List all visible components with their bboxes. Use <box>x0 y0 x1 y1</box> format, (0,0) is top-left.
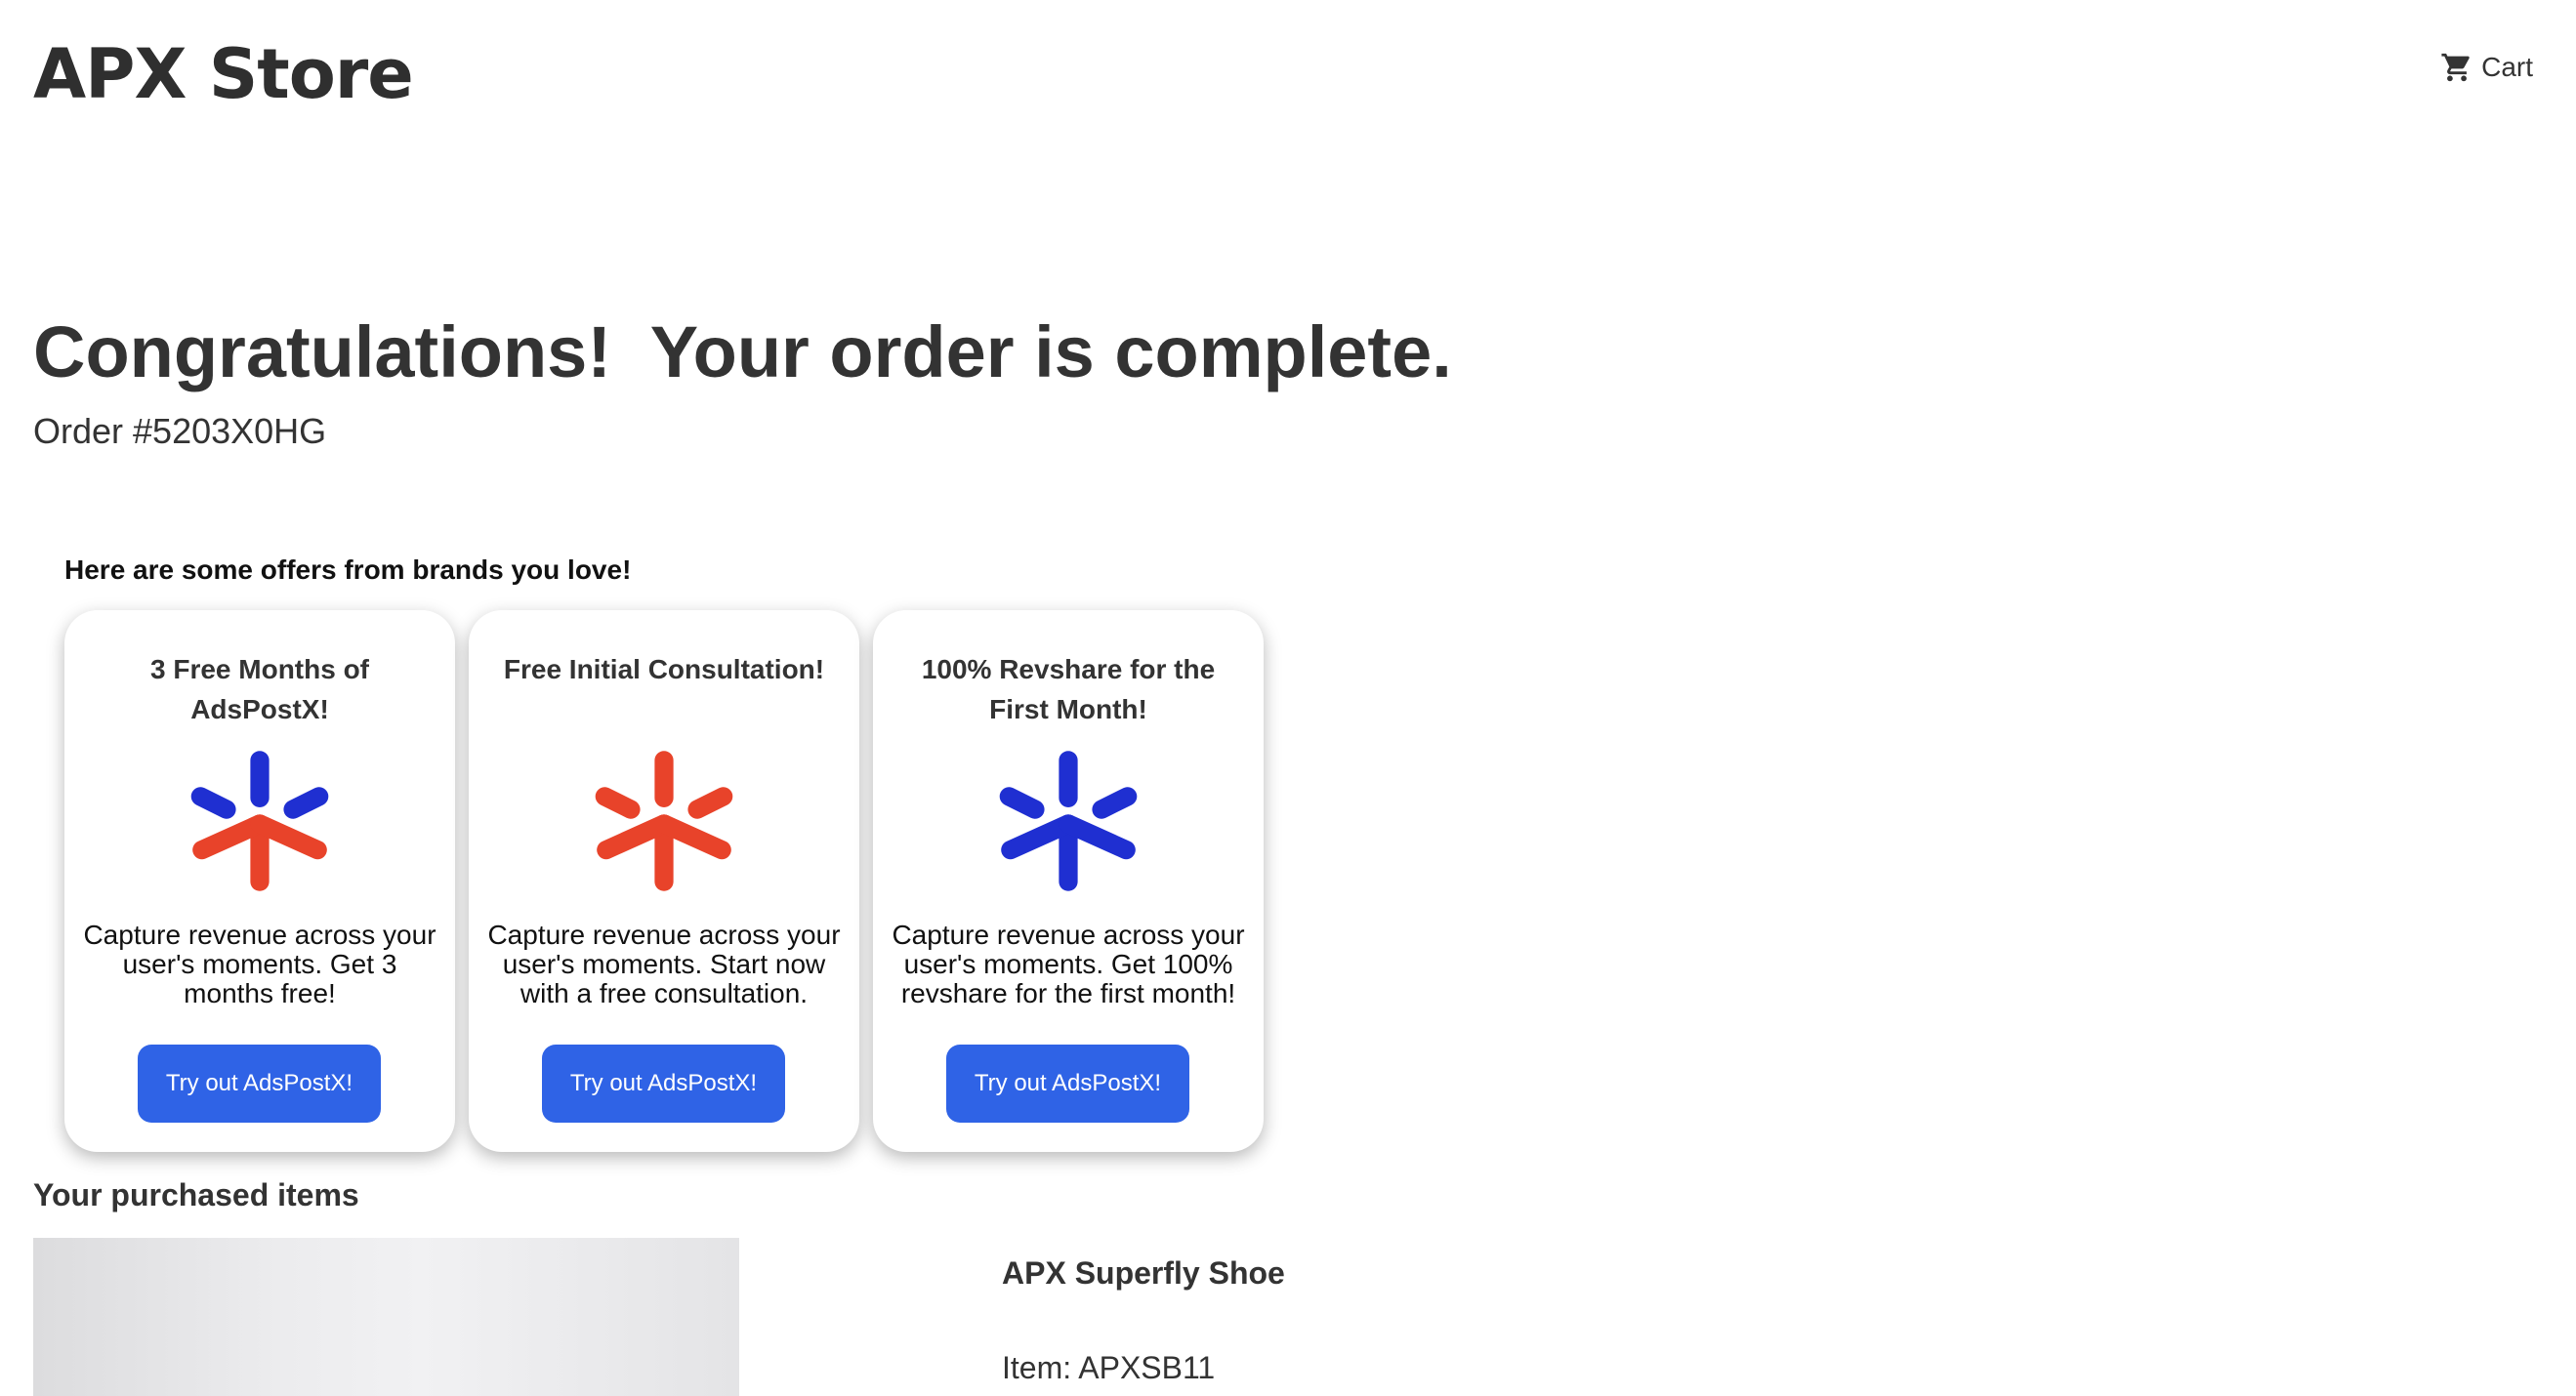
adspostx-logo-icon <box>999 751 1138 891</box>
purchased-items-heading: Your purchased items <box>33 1177 359 1212</box>
offer-card: 100% Revshare for the First Month! Captu… <box>873 610 1264 1152</box>
offer-description: Capture revenue across your user's momen… <box>487 920 841 1008</box>
offer-description: Capture revenue across your user's momen… <box>83 920 436 1008</box>
order-complete-heading: Congratulations! Your order is complete. <box>33 311 1452 392</box>
try-adspostx-button[interactable]: Try out AdsPostX! <box>542 1045 785 1123</box>
cart-label: Cart <box>2481 52 2533 82</box>
shopping-cart-icon <box>2441 53 2470 82</box>
product-name: APX Superfly Shoe <box>1002 1255 1285 1291</box>
offer-card: Free Initial Consultation! Capture reven… <box>469 610 859 1152</box>
adspostx-logo-icon <box>190 751 329 891</box>
order-number: Order #5203X0HG <box>33 411 327 451</box>
try-adspostx-button[interactable]: Try out AdsPostX! <box>946 1045 1189 1123</box>
product-image[interactable] <box>33 1238 739 1396</box>
offer-title: 3 Free Months of AdsPostX! <box>149 654 369 724</box>
try-adspostx-button[interactable]: Try out AdsPostX! <box>138 1045 381 1123</box>
adspostx-logo-icon <box>595 751 733 891</box>
offer-title: 100% Revshare for the First Month! <box>921 654 1216 724</box>
offer-card: 3 Free Months of AdsPostX! Capture reven… <box>64 610 455 1152</box>
offer-title: Free Initial Consultation! <box>503 654 825 684</box>
store-logo-title[interactable]: APX Store <box>33 27 414 121</box>
offers-heading: Here are some offers from brands you lov… <box>64 554 632 585</box>
product-item-code: Item: APXSB11 <box>1002 1350 1216 1385</box>
cart-button[interactable]: Cart <box>2440 51 2533 84</box>
offer-description: Capture revenue across your user's momen… <box>892 920 1245 1008</box>
